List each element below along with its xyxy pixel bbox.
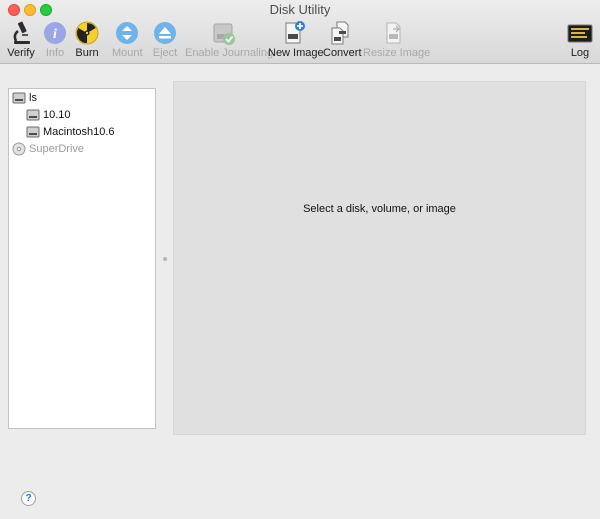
journaling-disk-icon — [213, 23, 235, 45]
microscope-icon — [13, 21, 30, 44]
sidebar-item-10-10[interactable]: 10.10 — [26, 107, 71, 123]
new-image-icon — [285, 21, 305, 44]
sidebar-item-ls[interactable]: ls — [12, 90, 37, 106]
mount-icon — [116, 22, 138, 44]
window-title: Disk Utility — [269, 2, 331, 17]
resize-image-button[interactable]: Resize Image — [363, 20, 430, 59]
info-icon: i — [44, 22, 66, 44]
log-console-icon — [567, 24, 593, 43]
optical-drive-icon — [12, 142, 26, 156]
split-view-divider-handle[interactable] — [163, 257, 167, 261]
mount-button[interactable]: Mount — [112, 20, 143, 59]
convert-button[interactable]: Convert — [323, 20, 362, 59]
verify-button[interactable]: Verify — [6, 20, 36, 59]
volume-icon — [26, 109, 40, 121]
volume-icon — [26, 126, 40, 138]
info-button[interactable]: i Info — [42, 20, 68, 59]
resize-image-icon — [386, 22, 401, 44]
radiation-icon — [75, 21, 99, 45]
detail-panel: Select a disk, volume, or image — [173, 81, 586, 435]
enable-journaling-button[interactable]: Enable Journaling — [185, 20, 273, 59]
eject-icon — [154, 22, 176, 44]
svg-text:i: i — [53, 27, 57, 42]
hard-disk-icon — [12, 92, 26, 104]
empty-selection-message: Select a disk, volume, or image — [303, 203, 456, 215]
log-button[interactable]: Log — [566, 20, 594, 59]
burn-button[interactable]: Burn — [74, 20, 100, 59]
convert-icon — [331, 21, 349, 45]
sidebar-item-superdrive[interactable]: SuperDrive — [12, 141, 84, 157]
titlebar-toolbar: Disk Utility Verify i Info Burn Mount Ej… — [0, 0, 600, 64]
eject-button[interactable]: Eject — [152, 20, 178, 59]
new-image-button[interactable]: New Image — [268, 20, 324, 59]
disk-list-sidebar[interactable]: ls 10.10 Macintosh10.6 SuperDrive — [8, 88, 156, 429]
sidebar-item-macintosh10-6[interactable]: Macintosh10.6 — [26, 124, 115, 140]
help-button[interactable]: ? — [21, 491, 36, 506]
disk-utility-window: Disk Utility Verify i Info Burn Mount Ej… — [0, 0, 600, 519]
